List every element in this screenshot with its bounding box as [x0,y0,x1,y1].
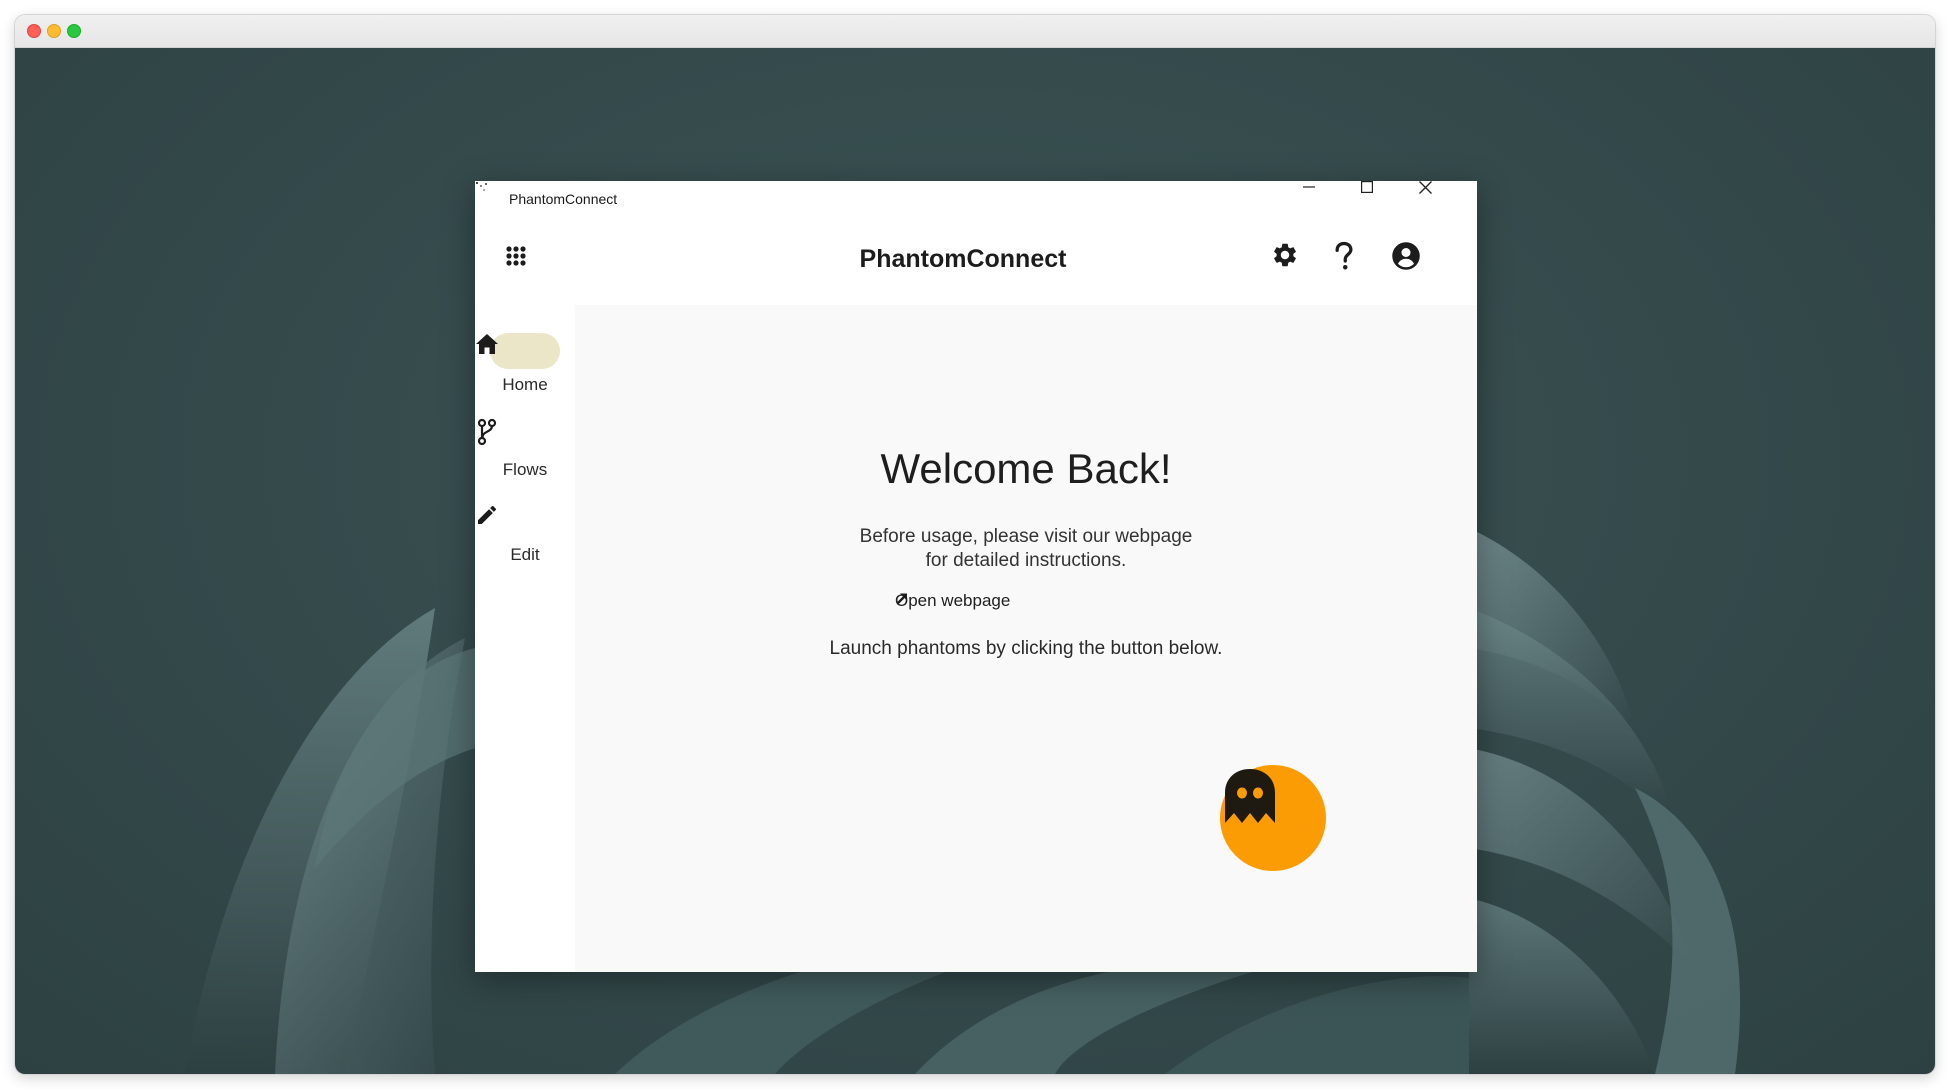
sidebar-item-flows[interactable]: Flows [475,418,575,480]
edit-pencil-icon [478,505,497,524]
mac-close-button[interactable] [27,24,41,38]
mac-minimize-button[interactable] [47,24,61,38]
nav-pill [478,503,560,539]
welcome-heading: Welcome Back! [880,445,1172,492]
window-close-button[interactable] [1419,181,1477,217]
launch-phantoms-button[interactable] [1220,765,1326,871]
close-icon [1419,181,1432,194]
launch-instruction: Launch phantoms by clicking the button b… [829,638,1223,659]
sidebar-item-home[interactable]: Home [475,333,575,395]
account-icon [1392,242,1420,270]
maximize-icon [1361,181,1373,193]
window-minimize-button[interactable] [1303,181,1361,217]
app-header: PhantomConnect [475,217,1477,305]
mac-window-frame: PhantomConnect PhantomConnect Home Flows… [15,15,1935,1074]
home-icon [476,334,498,354]
settings-icon [1274,243,1296,267]
home-content: Welcome Back! Before usage, please visit… [575,305,1477,972]
phantomconnect-window: PhantomConnect PhantomConnect Home Flows… [475,181,1477,972]
apps-grid-icon [506,246,526,266]
mac-titlebar [15,15,1935,48]
intro-line-1: Before usage, please visit our webpage [859,526,1193,547]
mac-zoom-button[interactable] [67,24,81,38]
ghost-icon [1225,769,1275,823]
intro-text: Before usage, please visit our webpage f… [575,525,1477,573]
help-button[interactable] [1331,241,1371,281]
window-title: PhantomConnect [509,191,618,207]
open-webpage-label: Open webpage [895,591,1011,610]
nav-active-indicator [476,333,560,369]
help-icon [1335,241,1353,270]
app-logo-icon [476,182,487,191]
sidebar-item-label: Flows [502,460,548,479]
minimize-icon [1303,186,1315,188]
arrow-up-right-icon [897,593,907,604]
window-titlebar: PhantomConnect [475,181,1477,217]
window-maximize-button[interactable] [1361,181,1419,217]
nav-pill [477,418,560,454]
account-button[interactable] [1391,241,1431,281]
flows-branch-icon [477,418,497,446]
settings-button[interactable] [1271,241,1311,281]
sidebar-item-label: Home [502,375,548,394]
sidebar-item-edit[interactable]: Edit [475,503,575,565]
apps-menu-button[interactable] [505,245,537,277]
nav-sidebar: Home Flows Edit [475,305,575,972]
app-title-text: PhantomConnect [859,245,1067,273]
open-webpage-link[interactable]: Open webpage [895,591,1010,611]
intro-line-2: for detailed instructions. [925,550,1127,571]
sidebar-item-label: Edit [510,545,540,564]
desktop-wallpaper: PhantomConnect PhantomConnect Home Flows… [15,48,1935,1074]
